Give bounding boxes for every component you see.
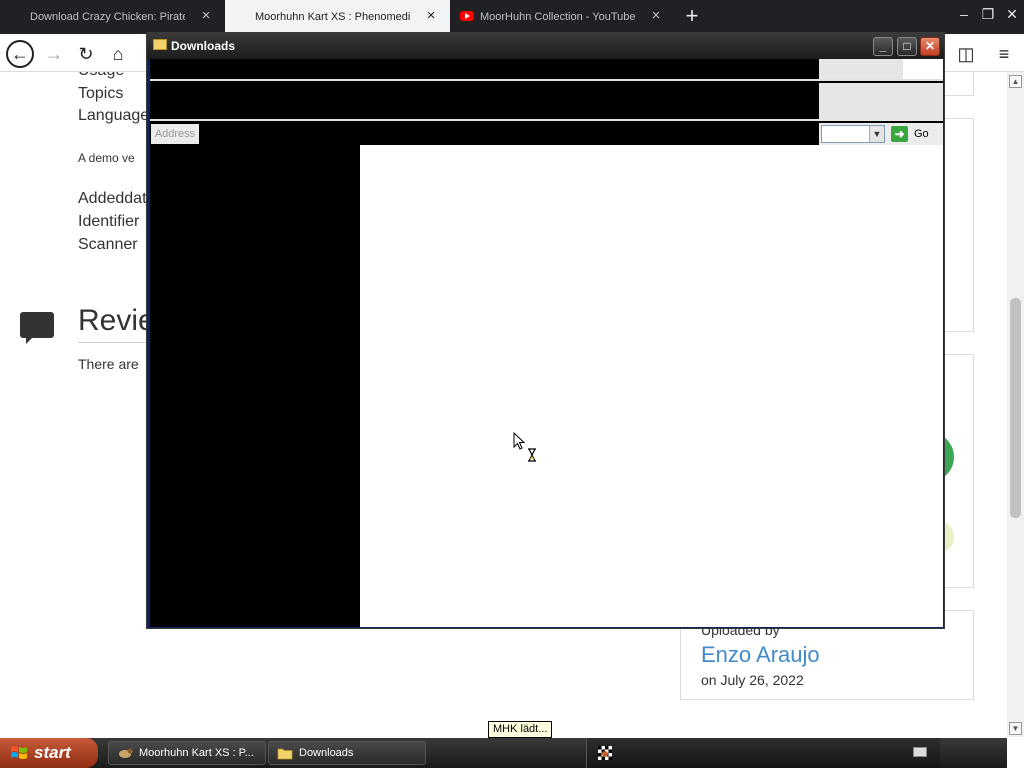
scroll-thumb[interactable] [1010, 298, 1021, 518]
back-button[interactable]: ← [6, 40, 34, 68]
new-tab-button[interactable]: + [680, 4, 704, 28]
tab-moorhuhn-kart[interactable]: Moorhuhn Kart XS : Phenomedia : F × [225, 0, 450, 34]
start-button[interactable]: start [0, 738, 98, 768]
forward-button[interactable]: → [40, 40, 68, 68]
taskbar-item-moorhuhn[interactable]: Moorhuhn Kart XS : P... [108, 741, 266, 765]
reload-button[interactable]: ↻ [72, 40, 100, 68]
tab-close-icon[interactable]: × [199, 8, 213, 23]
checkered-flag-icon[interactable] [597, 745, 613, 761]
chevron-down-icon[interactable]: ▼ [869, 126, 884, 142]
tab-close-icon[interactable]: × [424, 8, 438, 23]
uploader-link[interactable]: Enzo Araujo [701, 642, 820, 668]
hourglass-icon [528, 448, 536, 462]
restore-window-button[interactable]: ❐ [976, 6, 1000, 23]
screen: Download Crazy Chicken: Pirates ( × Moor… [0, 0, 1024, 768]
meta-label-language: Language [78, 107, 150, 124]
upload-date: on July 26, 2022 [701, 672, 804, 688]
toolbar-filler [819, 83, 943, 121]
meta-label-identifier: Identifier [78, 213, 140, 230]
folder-icon [153, 39, 167, 50]
standard-buttons-toolbar [150, 83, 943, 121]
address-bar: Address ▼ ➜ Go [150, 123, 943, 145]
meta-label-scanner: Scanner [78, 236, 138, 253]
folder-icon [277, 748, 293, 760]
address-label: Address [151, 124, 199, 144]
meta-label-addeddate: Addeddat [78, 190, 147, 207]
window-title: Downloads [171, 39, 236, 53]
menu-button[interactable]: ≡ [990, 40, 1018, 68]
reviews-heading: Revie [78, 304, 155, 337]
tab-crazy-chicken[interactable]: Download Crazy Chicken: Pirates ( × [0, 0, 225, 34]
close-button[interactable]: ✕ [920, 37, 940, 56]
mouse-pointer-icon [513, 432, 525, 450]
system-tray [586, 738, 940, 768]
description-text: A demo ve [78, 151, 135, 165]
window-body: Address ▼ ➜ Go [150, 59, 943, 627]
taskbar-item-label: Downloads [299, 747, 354, 759]
taskbar: start Moorhuhn Kart XS : P... Downloads [0, 738, 1007, 768]
sidebar-button[interactable]: ◫ [952, 40, 980, 68]
tab-youtube[interactable]: MoorHuhn Collection - YouTube × [450, 0, 675, 34]
menu-bar-filler [819, 59, 903, 79]
maximize-button[interactable]: □ [897, 37, 917, 56]
meta-label-usage: Usage [78, 72, 124, 80]
chicken-icon [119, 748, 133, 758]
close-window-button[interactable]: ✕ [1000, 6, 1024, 23]
tab-title: MoorHuhn Collection - YouTube [480, 11, 635, 23]
meta-label-topics: Topics [78, 85, 124, 102]
windows-logo-area [903, 59, 943, 79]
taskbar-item-downloads[interactable]: Downloads [268, 741, 426, 765]
scroll-down-button[interactable]: ▼ [1009, 722, 1022, 735]
speech-bubble-icon [20, 312, 54, 344]
reviews-empty-text: There are [78, 356, 139, 372]
page-scrollbar[interactable]: ▲ ▼ [1007, 72, 1024, 737]
address-dropdown[interactable]: ▼ [821, 125, 885, 143]
tab-close-icon[interactable]: × [649, 8, 663, 23]
task-pane [150, 145, 360, 627]
go-arrow-icon[interactable]: ➜ [891, 126, 908, 142]
tab-title: Download Crazy Chicken: Pirates ( [30, 11, 185, 23]
minimize-button[interactable]: _ [873, 37, 893, 56]
start-label: start [34, 743, 71, 762]
tab-title: Moorhuhn Kart XS : Phenomedia : F [255, 11, 410, 23]
scroll-up-button[interactable]: ▲ [1009, 75, 1022, 88]
file-list-area[interactable] [360, 145, 943, 627]
window-title-bar[interactable]: Downloads _ □ ✕ [147, 33, 944, 59]
downloads-window: Downloads _ □ ✕ Address ▼ ➜ Go [146, 32, 945, 629]
windows-flag-icon [11, 746, 27, 759]
home-button[interactable]: ⌂ [104, 40, 132, 68]
minimize-window-button[interactable]: – [952, 6, 976, 22]
tray-tooltip: MHK lädt... [488, 721, 553, 738]
taskbar-item-label: Moorhuhn Kart XS : P... [139, 747, 254, 759]
go-button[interactable]: Go [914, 128, 929, 140]
browser-tab-strip: Download Crazy Chicken: Pirates ( × Moor… [0, 0, 1024, 34]
youtube-icon [460, 11, 474, 21]
menu-bar [150, 59, 943, 81]
keyboard-icon[interactable] [913, 747, 927, 757]
